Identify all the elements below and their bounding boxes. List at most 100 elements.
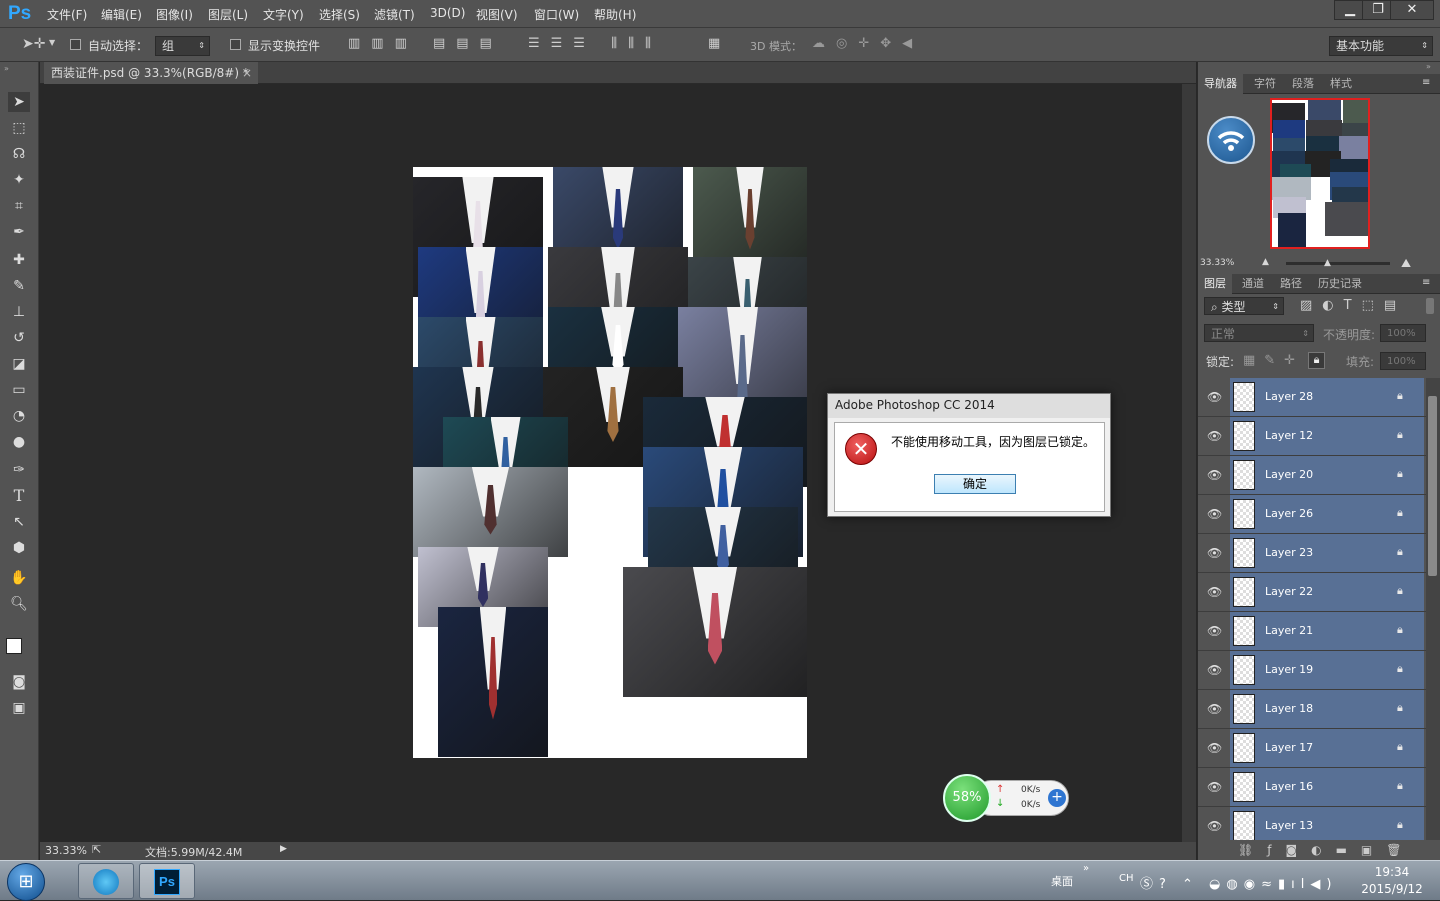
menu-help[interactable]: 帮助(H) — [594, 6, 636, 23]
eye-icon[interactable]: 👁︎ — [1207, 624, 1222, 638]
zoom-out-icon[interactable]: ▲ — [1262, 257, 1269, 267]
eye-icon[interactable]: 👁︎ — [1207, 741, 1222, 755]
workspace-dropdown[interactable]: 基本功能 ⇕ — [1329, 36, 1433, 56]
layer-row[interactable]: 👁︎ Layer 26 🔒︎ — [1198, 495, 1426, 534]
eyedropper-icon[interactable]: ✒ — [8, 222, 30, 242]
export-icon[interactable]: ⇱ — [92, 843, 101, 856]
layer-row[interactable]: 👁︎ Layer 28 🔒︎ — [1198, 378, 1426, 417]
play-icon[interactable]: ▶ — [280, 844, 287, 854]
layers-scrollbar[interactable] — [1426, 378, 1440, 840]
dodge-tool-icon[interactable]: ● — [8, 432, 30, 452]
layer-row[interactable]: 👁︎ Layer 21 🔒︎ — [1198, 612, 1426, 651]
gradient-tool-icon[interactable]: ▭ — [8, 380, 30, 400]
toolbar-expand-icon[interactable]: » — [1083, 863, 1089, 874]
chevron-down-icon[interactable]: ▼ — [49, 38, 55, 47]
tab-layers[interactable]: 图层 — [1198, 274, 1232, 294]
layer-row[interactable]: 👁︎ Layer 19 🔒︎ — [1198, 651, 1426, 690]
menu-view[interactable]: 视图(V) — [476, 6, 518, 23]
eye-icon[interactable]: 👁︎ — [1207, 780, 1222, 794]
eye-icon[interactable]: 👁︎ — [1207, 819, 1222, 833]
type-tool-icon[interactable]: T — [8, 486, 30, 506]
menu-file[interactable]: 文件(F) — [47, 6, 87, 23]
layer-row[interactable]: 👁︎ Layer 16 🔒︎ — [1198, 768, 1426, 807]
document-canvas[interactable] — [413, 167, 807, 758]
canvas-scrollbar[interactable] — [1182, 84, 1196, 842]
taskbar-browser[interactable] — [78, 863, 134, 899]
screen-mode-icon[interactable]: ▣ — [8, 698, 30, 718]
clock[interactable]: 19:34 2015/9/12 — [1352, 864, 1432, 898]
menu-layer[interactable]: 图层(L) — [208, 6, 248, 23]
ok-button[interactable]: 确定 — [934, 474, 1016, 494]
navigator-thumbnail[interactable] — [1270, 98, 1370, 249]
panel-menu-icon[interactable]: ≡ — [1422, 277, 1430, 288]
auto-select-dropdown[interactable]: 组 ⇕ — [155, 36, 210, 56]
eye-icon[interactable]: 👁︎ — [1207, 702, 1222, 716]
healing-brush-icon[interactable]: ✚ — [8, 250, 30, 270]
auto-align-icon[interactable]: ▦ — [708, 36, 720, 51]
hand-tool-icon[interactable]: ✋ — [8, 568, 30, 588]
layer-kind-filter[interactable]: ⌕ 类型 ⇕ — [1204, 297, 1284, 315]
foreground-color-swatch[interactable] — [6, 638, 22, 654]
plus-icon[interactable]: + — [1048, 789, 1066, 807]
quick-mask-icon[interactable]: ◙ — [8, 672, 30, 692]
tab-navigator[interactable]: 导航器 — [1198, 74, 1243, 94]
ime-indicator[interactable]: CH — [1119, 873, 1134, 884]
eraser-tool-icon[interactable]: ◪ — [8, 354, 30, 374]
path-select-icon[interactable]: ↖ — [8, 512, 30, 532]
move-tool-icon[interactable]: ➤ — [8, 92, 30, 112]
blur-tool-icon[interactable]: ◔ — [8, 406, 30, 426]
eye-icon[interactable]: 👁︎ — [1207, 468, 1222, 482]
tab-paragraph[interactable]: 段落 — [1286, 74, 1320, 94]
move-tool-preset-icon[interactable]: ➤✛ — [22, 36, 45, 52]
menu-type[interactable]: 文字(Y) — [263, 6, 304, 23]
magic-wand-icon[interactable]: ✦ — [8, 170, 30, 190]
menu-edit[interactable]: 编辑(E) — [101, 6, 142, 23]
navigator-zoom[interactable]: 33.33% — [1200, 258, 1234, 268]
tab-close-icon[interactable]: × — [242, 62, 252, 84]
menu-3d[interactable]: 3D(D) — [430, 6, 465, 20]
zoom-slider-handle[interactable]: ▲ — [1324, 258, 1331, 268]
history-brush-icon[interactable]: ↺ — [8, 328, 30, 348]
menu-filter[interactable]: 滤镜(T) — [374, 6, 415, 23]
zoom-in-icon[interactable]: ⛰ — [1401, 256, 1411, 271]
fill-field[interactable]: 100% — [1380, 352, 1426, 370]
eye-icon[interactable]: 👁︎ — [1207, 585, 1222, 599]
3d-mode-icons[interactable]: ☁◎✛✥◀ — [812, 36, 923, 51]
lasso-tool-icon[interactable]: ☊ — [8, 144, 30, 164]
layer-row[interactable]: 👁︎ Layer 18 🔒︎ — [1198, 690, 1426, 729]
shape-tool-icon[interactable]: ⬢ — [8, 538, 30, 558]
tab-channels[interactable]: 通道 — [1236, 274, 1270, 294]
start-button[interactable]: ⊞ — [7, 863, 45, 901]
lock-all-icon[interactable]: 🔒︎ — [1308, 352, 1325, 369]
desktop-toolbar[interactable]: 桌面 — [1051, 873, 1073, 889]
marquee-tool-icon[interactable]: ⬚ — [8, 118, 30, 138]
menu-select[interactable]: 选择(S) — [319, 6, 360, 23]
panel-menu-icon[interactable]: ≡ — [1422, 77, 1430, 88]
tab-character[interactable]: 字符 — [1248, 74, 1282, 94]
stamp-tool-icon[interactable]: ⊥ — [8, 302, 30, 322]
opacity-field[interactable]: 100% — [1380, 324, 1426, 342]
eye-icon[interactable]: 👁︎ — [1207, 429, 1222, 443]
eye-icon[interactable]: 👁︎ — [1207, 663, 1222, 677]
eye-icon[interactable]: 👁︎ — [1207, 546, 1222, 560]
taskbar-photoshop[interactable]: Ps — [139, 863, 195, 899]
expand-icon[interactable]: » — [1426, 62, 1431, 71]
layer-row[interactable]: 👁︎ Layer 13 🔒︎ — [1198, 807, 1426, 840]
scrollbar-thumb[interactable] — [1428, 396, 1437, 576]
layer-actions-icons[interactable]: ⛓ƒ◙◐▬▣🗑︎ — [1238, 843, 1415, 857]
zoom-level[interactable]: 33.33% — [45, 844, 87, 857]
layer-filter-icons[interactable]: ▨◐T⬚▤ — [1300, 298, 1406, 313]
tab-styles[interactable]: 样式 — [1324, 74, 1358, 94]
filter-toggle[interactable] — [1426, 298, 1434, 314]
lock-options-icons[interactable]: ▦✎✛ — [1243, 353, 1304, 368]
layer-row[interactable]: 👁︎ Layer 17 🔒︎ — [1198, 729, 1426, 768]
pen-tool-icon[interactable]: ✑ — [8, 460, 30, 480]
auto-select-checkbox[interactable] — [70, 39, 81, 50]
navigator-zoom-slider[interactable] — [1286, 262, 1390, 265]
collapse-icon[interactable]: » — [4, 64, 9, 73]
tray-icons[interactable]: Ⓢ? ⌃ ◒◍◉≈▮ıl◀) — [1140, 873, 1337, 892]
tab-history[interactable]: 历史记录 — [1312, 274, 1368, 294]
eye-icon[interactable]: 👁︎ — [1207, 390, 1222, 404]
show-transform-checkbox[interactable] — [230, 39, 241, 50]
tab-paths[interactable]: 路径 — [1274, 274, 1308, 294]
